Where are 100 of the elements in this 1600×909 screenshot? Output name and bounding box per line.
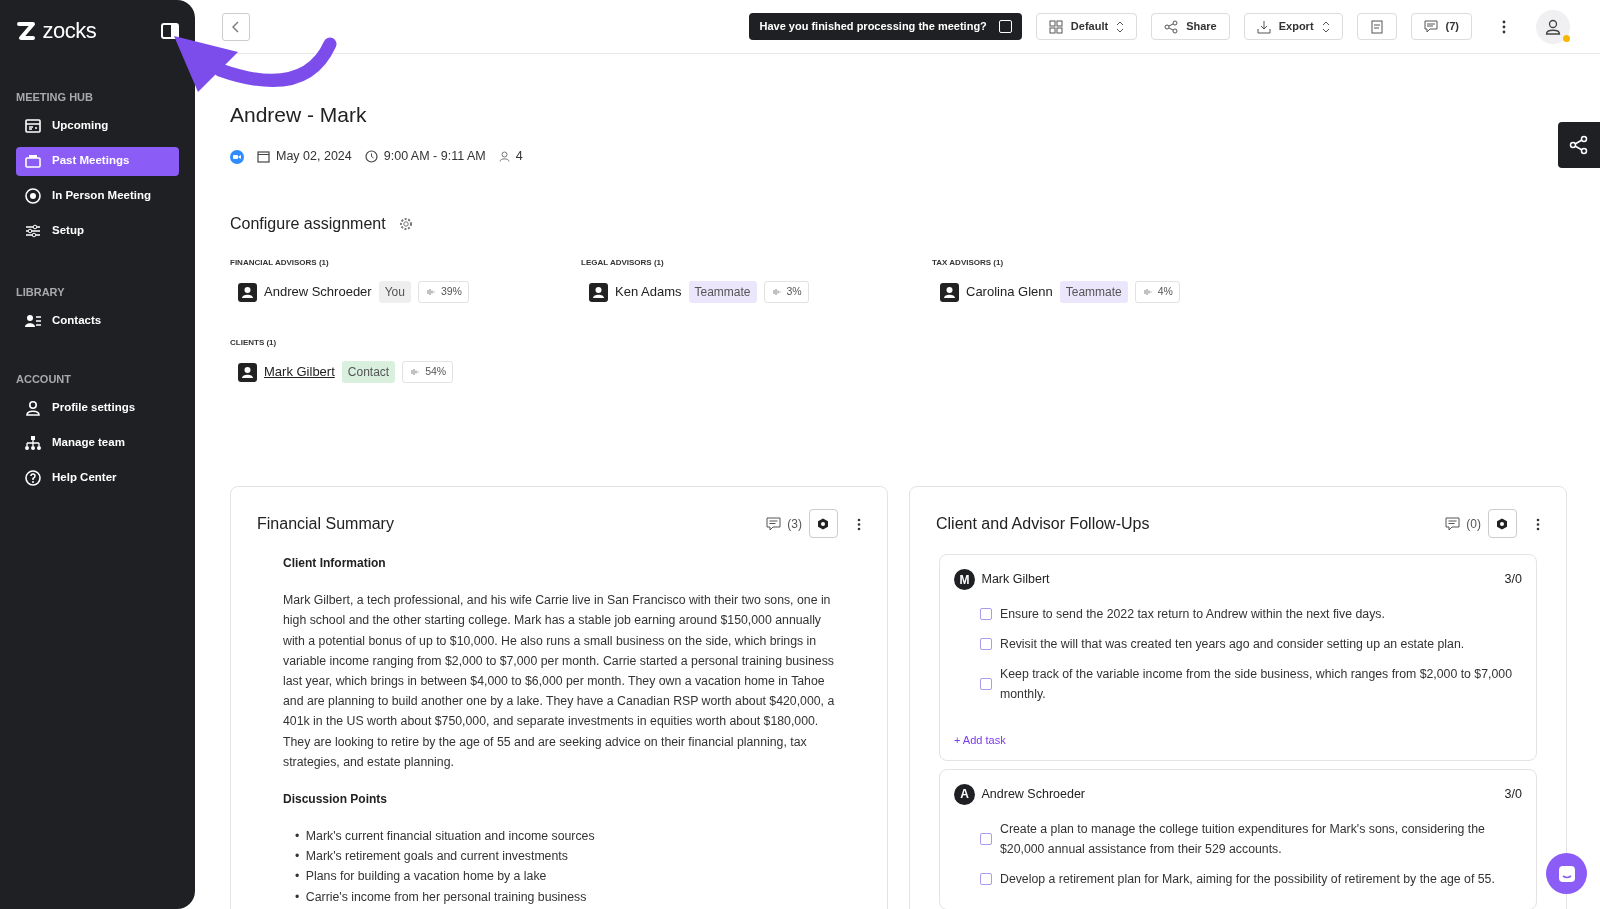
sidebar-item[interactable]: Help Center bbox=[16, 463, 179, 493]
checkbox[interactable] bbox=[980, 638, 992, 651]
role-tag: Teammate bbox=[1059, 281, 1128, 304]
talk-share-tag: 39% bbox=[417, 281, 469, 303]
video-icon bbox=[230, 149, 244, 164]
more-icon bbox=[1536, 517, 1540, 531]
comments-button[interactable]: (0) bbox=[1444, 514, 1481, 533]
comment-icon bbox=[1444, 516, 1460, 531]
chat-icon bbox=[1557, 864, 1576, 883]
task-text: Create a plan to manage the college tuition expenditures for Mark's sons, considering the $20,000 annual assistance from their 529 accounts. bbox=[1000, 820, 1486, 858]
initial-avatar: M bbox=[954, 569, 975, 591]
add-task-link[interactable]: + Add task bbox=[954, 732, 1006, 749]
group-label: LEGAL ADVISORS (1) bbox=[581, 257, 665, 270]
avatar-icon bbox=[238, 282, 257, 302]
ai-button[interactable] bbox=[1487, 509, 1517, 539]
user-icon bbox=[1545, 19, 1561, 36]
person-name: Andrew Schroeder bbox=[264, 283, 372, 302]
sidebar-toggle-button[interactable] bbox=[161, 20, 179, 41]
layout-dropdown[interactable]: Default bbox=[1035, 13, 1138, 40]
user-icon bbox=[24, 399, 42, 417]
chevron-left-icon bbox=[231, 20, 241, 33]
person-name: Carolina Glenn bbox=[966, 283, 1053, 302]
sidebar-item[interactable]: Setup bbox=[16, 216, 179, 246]
avatar-icon bbox=[940, 282, 959, 302]
avatar-icon bbox=[589, 282, 608, 302]
bullet-item: Carrie's income from her personal training business bbox=[305, 888, 587, 906]
bullet: • bbox=[295, 888, 300, 906]
role-tag: Teammate bbox=[688, 281, 757, 304]
meeting-title: Andrew - Mark bbox=[230, 102, 368, 128]
contact-link[interactable]: Mark Gilbert bbox=[264, 362, 335, 382]
checkbox[interactable] bbox=[980, 832, 992, 845]
group-label: FINANCIAL ADVISORS (1) bbox=[230, 257, 330, 270]
inbox-icon bbox=[24, 152, 42, 170]
checkbox[interactable] bbox=[980, 872, 992, 885]
record-icon bbox=[24, 187, 42, 205]
assignee-name: Andrew Schroeder bbox=[981, 785, 1087, 803]
sidebar-item[interactable]: In Person Meeting bbox=[16, 181, 179, 211]
avatar-icon bbox=[238, 362, 257, 382]
sort-caret-icon bbox=[1116, 20, 1125, 33]
bullet: • bbox=[295, 868, 300, 886]
role-tag: Contact bbox=[341, 361, 396, 384]
bullet-item: Mark's retirement goals and current investments bbox=[305, 848, 568, 866]
hexagon-icon bbox=[817, 517, 829, 530]
person-name: Ken Adams bbox=[615, 283, 682, 302]
task-text: Ensure to send the 2022 tax return to Andrew within the next five days. bbox=[1000, 606, 1385, 624]
person-icon bbox=[498, 151, 510, 163]
sidebar-item[interactable]: Profile settings bbox=[16, 393, 179, 423]
comment-icon bbox=[1423, 19, 1438, 34]
chat-button[interactable] bbox=[1546, 853, 1587, 894]
talk-share-tag: 4% bbox=[1134, 281, 1180, 303]
checkbox[interactable] bbox=[980, 678, 992, 691]
export-dropdown[interactable]: Export bbox=[1243, 13, 1343, 40]
share-panel-button[interactable] bbox=[1558, 122, 1600, 168]
hexagon-icon bbox=[1496, 517, 1508, 530]
avatar-button[interactable] bbox=[1536, 9, 1570, 44]
section-heading: ACCOUNT bbox=[16, 372, 72, 387]
sidebar-item[interactable]: Upcoming bbox=[16, 111, 179, 141]
bullet-item: Mark's current financial situation and income sources bbox=[305, 827, 595, 845]
layout-icon bbox=[1048, 19, 1063, 34]
settings-icon bbox=[398, 216, 413, 231]
subheading: Client Information bbox=[283, 555, 387, 573]
checkbox[interactable] bbox=[980, 608, 992, 621]
sidebar-item[interactable]: Manage team bbox=[16, 428, 179, 458]
comment-icon bbox=[765, 516, 781, 531]
share-icon bbox=[1569, 135, 1589, 155]
help-icon bbox=[24, 469, 42, 487]
subheading: Discussion Points bbox=[283, 790, 389, 808]
waveform-icon bbox=[409, 368, 420, 377]
prompt-text: Have you finished processing the meeting? bbox=[759, 19, 987, 35]
clock-icon bbox=[364, 150, 378, 164]
task-text: Keep track of the variable income from the side business, which ranges from $2,000 to $7,000 monthly. bbox=[1000, 666, 1513, 704]
bullet: • bbox=[295, 848, 300, 866]
waveform-icon bbox=[1141, 288, 1152, 297]
org-chart-icon bbox=[24, 434, 42, 452]
waveform-icon bbox=[424, 288, 435, 297]
talk-share-tag: 54% bbox=[402, 361, 454, 383]
notes-icon bbox=[1369, 19, 1384, 34]
meeting-time: 9:00 AM - 9:11 AM bbox=[383, 148, 486, 166]
more-icon bbox=[857, 517, 861, 531]
sidebar-icon bbox=[161, 23, 179, 40]
sidebar-item[interactable]: Past Meetings bbox=[16, 146, 179, 176]
waveform-icon bbox=[770, 288, 781, 297]
sidebar-item[interactable]: Contacts bbox=[16, 306, 179, 335]
sliders-icon bbox=[24, 222, 42, 240]
talk-share-tag: 3% bbox=[763, 281, 809, 303]
comments-button[interactable]: (3) bbox=[765, 514, 802, 533]
task-text: Develop a retirement plan for Mark, aiming for the possibility of retirement by the age of 55. bbox=[1000, 870, 1495, 888]
group-label: CLIENTS (1) bbox=[230, 337, 278, 350]
assignee-name: Mark Gilbert bbox=[981, 571, 1051, 589]
task-text: Revisit the will that was created ten years ago and consider setting up an estate plan. bbox=[1000, 636, 1465, 654]
download-icon bbox=[1256, 19, 1271, 34]
initial-avatar: A bbox=[954, 783, 975, 805]
ai-button[interactable] bbox=[808, 509, 838, 539]
share-button[interactable]: Share bbox=[1151, 13, 1230, 40]
logo-icon bbox=[16, 19, 36, 42]
section-heading: LIBRARY bbox=[16, 284, 66, 300]
attendee-count: 4 bbox=[515, 148, 523, 166]
comments-button[interactable]: (7) bbox=[1410, 13, 1472, 40]
bullet-item: Plans for building a vacation home by a lake bbox=[305, 868, 547, 886]
section-title: Configure assignment bbox=[230, 213, 386, 234]
